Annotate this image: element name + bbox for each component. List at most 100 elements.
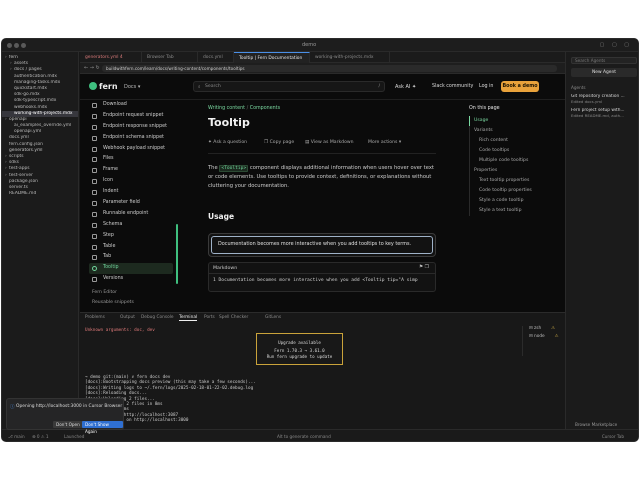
panel-tab[interactable]: Ports: [204, 315, 215, 320]
minimize-window-icon[interactable]: [14, 43, 19, 48]
nav-item[interactable]: Frame: [89, 165, 173, 176]
nav-item[interactable]: Versions: [89, 274, 173, 285]
view-markdown-button[interactable]: ▤ View as Markdown: [305, 140, 354, 145]
toc-heading: On this page: [469, 106, 500, 111]
nav-section-fern-editor[interactable]: Fern Editor: [89, 288, 173, 298]
toc-item[interactable]: Multiple code tooltips: [469, 156, 564, 166]
editor-tab[interactable]: Browser Tab: [142, 52, 198, 63]
browser-nav-icons[interactable]: ← → ↻: [84, 65, 100, 71]
window-title: demo: [302, 42, 317, 48]
toc-item[interactable]: Usage: [469, 116, 564, 126]
terminal-instance[interactable]: ⊟ node ⚠: [529, 334, 559, 339]
toc-item[interactable]: Rich content: [469, 136, 564, 146]
nav-item-label: Tooltip: [103, 265, 119, 271]
agent-item[interactable]: Fern project setup with... Edited README.…: [571, 108, 637, 118]
dont-show-again-button[interactable]: Don't Show Again: [82, 421, 123, 434]
site-header: fern Docs ▾ ⌕ Search / Ask AI ✦ Slack co…: [80, 74, 565, 100]
nav-item[interactable]: Step: [89, 231, 173, 242]
explorer-item-label: server.ts: [9, 184, 28, 190]
tooltip-demo: Documentation becomes more interactive w…: [208, 233, 436, 257]
breadcrumb: Writing content / Components: [208, 106, 280, 111]
nav-item-icon: [92, 190, 97, 196]
breadcrumb-current[interactable]: Components: [250, 106, 280, 111]
ask-question-button[interactable]: ✦ Ask a question: [208, 140, 247, 145]
login-link[interactable]: Log in: [479, 84, 493, 89]
terminal-instance[interactable]: ⊟ zsh ⚠: [529, 326, 555, 331]
toc-item[interactable]: Code tooltip properties: [469, 186, 564, 196]
site-search[interactable]: ⌕ Search /: [193, 81, 385, 92]
nav-item[interactable]: Tab: [89, 252, 173, 263]
status-cursor-tab[interactable]: Cursor Tab: [602, 434, 624, 439]
nav-item[interactable]: Tooltip: [89, 263, 173, 275]
panel-tab[interactable]: GitLens: [265, 315, 281, 320]
sidebar-scrollbar[interactable]: [176, 224, 178, 284]
nav-item-icon: [92, 146, 97, 152]
nav-item[interactable]: Endpoint schema snippet: [89, 133, 173, 144]
breadcrumb-parent[interactable]: Writing content: [208, 106, 245, 111]
docs-dropdown[interactable]: Docs ▾: [124, 84, 140, 90]
fern-logo[interactable]: fern: [89, 82, 118, 91]
explorer-item[interactable]: README.md: [2, 191, 78, 197]
nav-item-reusable-snippets[interactable]: Reusable snippets: [89, 298, 173, 308]
agents-panel: Search Agents New Agent Agents Git repos…: [565, 52, 638, 429]
panel-tab[interactable]: Problems: [85, 315, 105, 320]
agent-subtitle: Edited docs.yml: [571, 99, 603, 104]
layout-toggle-icons[interactable]: ▢ ▢ ▢: [600, 42, 632, 48]
panel-tab[interactable]: Spell Checker: [219, 315, 248, 320]
panel-tab[interactable]: Terminal: [179, 315, 198, 321]
terminal-output-line: [docs]:Bootstrapping docs preview (this …: [85, 380, 256, 386]
status-problems[interactable]: ⊗ 0 ⚠ 1: [32, 434, 49, 439]
new-agent-button[interactable]: New Agent: [571, 68, 637, 77]
nav-item[interactable]: Runnable endpoint: [89, 209, 173, 220]
slack-community-link[interactable]: Slack community: [432, 84, 473, 89]
editor-tab[interactable]: Tooltip | Fern Documentation: [234, 52, 310, 63]
browse-marketplace-link[interactable]: Browse Marketplace: [575, 422, 617, 427]
explorer-item-label: sdks: [9, 160, 19, 166]
toc-item[interactable]: Style a text tooltip: [469, 206, 564, 216]
nav-item[interactable]: Webhook payload snippet: [89, 144, 173, 155]
nav-item[interactable]: Endpoint response snippet: [89, 122, 173, 133]
explorer-item-label: generators.yml: [9, 147, 43, 153]
code-copy-icons[interactable]: ⚑ ❐: [419, 265, 429, 270]
url-field[interactable]: buildwithfern.com/learn/docs/writing-con…: [102, 65, 557, 72]
nav-item[interactable]: Files: [89, 154, 173, 165]
book-demo-button[interactable]: Book a demo: [501, 81, 539, 92]
agent-item[interactable]: Git repository creation ... Edited docs.y…: [571, 94, 637, 104]
toc-item[interactable]: Properties: [469, 166, 564, 176]
toc-item[interactable]: Code tooltips: [469, 146, 564, 156]
editor-tab[interactable]: docs.yml: [198, 52, 234, 63]
tooltip-inline-code: <Tooltip>: [219, 165, 249, 172]
nav-item[interactable]: Parameter field: [89, 198, 173, 209]
panel-tab[interactable]: Debug Console: [141, 315, 174, 320]
nav-item[interactable]: Indent: [89, 187, 173, 198]
editor-window: demo ▢ ▢ ▢ › fern › assets › docs / pages auth…: [1, 38, 639, 442]
more-actions-button[interactable]: More actions ▾: [368, 140, 401, 145]
nav-item-icon: [92, 244, 97, 250]
page-title: Tooltip: [208, 116, 250, 129]
upgrade-notice: Upgrade available Fern 1.70.3 → 3.61.0 R…: [256, 333, 343, 365]
toc-item[interactable]: Text tooltip properties: [469, 176, 564, 186]
table-of-contents: On this page Usage Variants Rich content Co…: [469, 100, 564, 310]
editor-tab[interactable]: generators.yml 4: [80, 52, 142, 63]
toc-item[interactable]: Variants: [469, 126, 564, 136]
agents-search[interactable]: Search Agents: [571, 57, 637, 64]
panel-tab[interactable]: Output: [120, 315, 135, 320]
explorer-item-label: authentication.mdx: [14, 73, 57, 79]
dont-open-button[interactable]: Don't Open: [53, 421, 83, 428]
nav-item-icon: [92, 277, 97, 283]
status-branch[interactable]: ⎇ main: [8, 434, 25, 439]
toc-item[interactable]: Style a code tooltip: [469, 196, 564, 206]
nav-item[interactable]: Download: [89, 100, 173, 111]
close-window-icon[interactable]: [7, 43, 12, 48]
nav-item[interactable]: Table: [89, 242, 173, 253]
nav-item[interactable]: Schema: [89, 220, 173, 231]
editor-tab[interactable]: working-with-projects.mdx: [310, 52, 390, 63]
nav-item[interactable]: Icon: [89, 176, 173, 187]
docs-content: Writing content / Components Tooltip ✦ A…: [208, 100, 438, 312]
nav-item[interactable]: Endpoint request snippet: [89, 111, 173, 122]
maximize-window-icon[interactable]: [21, 43, 26, 48]
tooltip-demo-text[interactable]: Documentation becomes more interactive w…: [211, 236, 433, 254]
copy-page-button[interactable]: ❐ Copy page: [264, 140, 294, 145]
explorer-item-label: package.json: [9, 178, 38, 184]
ask-ai-button[interactable]: Ask AI ✦: [395, 84, 416, 90]
